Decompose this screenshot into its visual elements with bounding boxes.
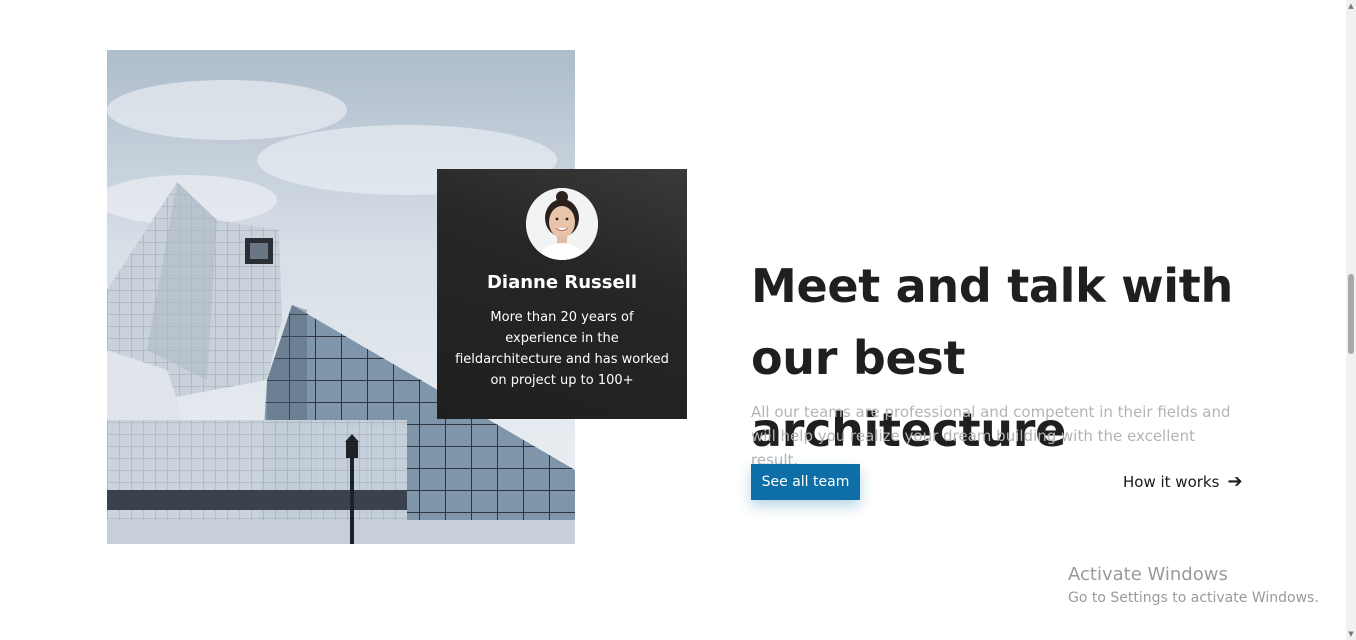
member-name: Dianne Russell bbox=[486, 272, 637, 293]
avatar bbox=[526, 188, 598, 260]
vertical-scrollbar[interactable]: ▲ ▼ bbox=[1346, 0, 1356, 640]
see-all-team-button[interactable]: See all team bbox=[751, 464, 860, 500]
arrow-right-icon: ➔ bbox=[1227, 471, 1243, 492]
watermark-title: Activate Windows bbox=[1068, 564, 1228, 585]
member-bio: More than 20 years of experience in the … bbox=[455, 310, 669, 388]
windows-activation-watermark: Activate Windows Go to Settings to activ… bbox=[1068, 564, 1319, 609]
scroll-up-arrow-icon[interactable]: ▲ bbox=[1347, 1, 1355, 11]
team-member-card: Dianne Russell More than 20 years of exp… bbox=[437, 169, 687, 419]
section-description: All our teams are professional and compe… bbox=[751, 403, 1231, 469]
page: Dianne Russell More than 20 years of exp… bbox=[0, 0, 1356, 640]
scrollbar-thumb[interactable] bbox=[1348, 274, 1354, 354]
scroll-down-arrow-icon[interactable]: ▼ bbox=[1347, 629, 1355, 639]
how-it-works-label: How it works bbox=[1123, 473, 1220, 491]
watermark-subtitle: Go to Settings to activate Windows. bbox=[1068, 590, 1319, 606]
how-it-works-link[interactable]: How it works ➔ bbox=[1123, 471, 1243, 493]
